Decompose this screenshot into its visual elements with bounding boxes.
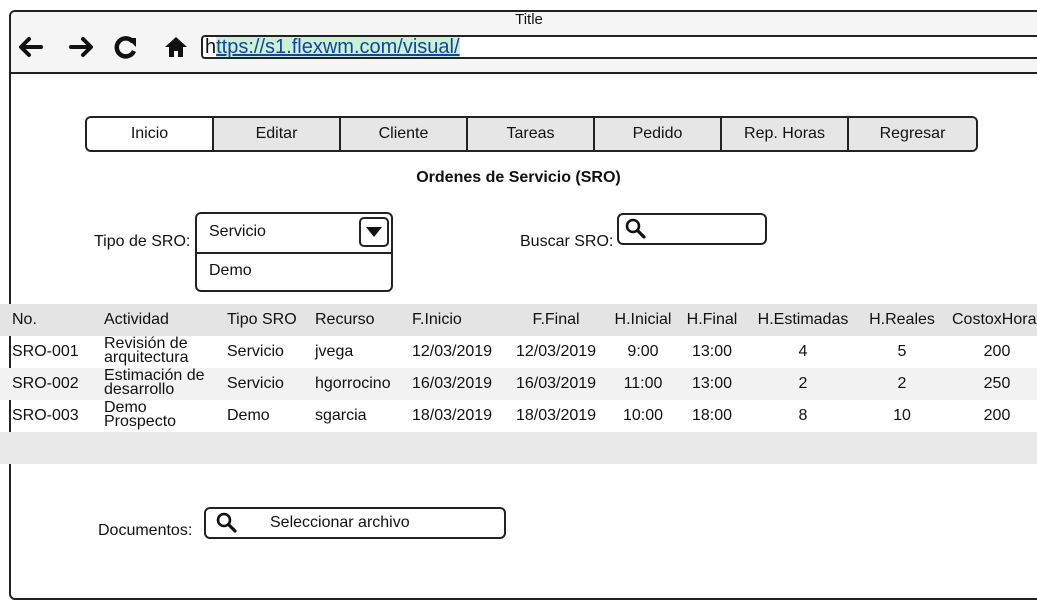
cell-f-inicio: 12/03/2019 (412, 343, 493, 360)
cell-recurso: jvega (315, 343, 354, 360)
cell-no: SRO-002 (12, 375, 79, 392)
col-tipo-sro: Tipo SRO (227, 311, 297, 328)
cell-actividad: Revisión de arquitectura (104, 335, 189, 366)
back-arrow-icon[interactable] (15, 32, 45, 62)
documents-label: Documentos: (98, 522, 193, 539)
window-title: Title (515, 11, 543, 28)
browser-toolbar: Title https://s1.flexwm.com/visual/ (11, 12, 1037, 74)
tab-tareas[interactable]: Tareas (468, 118, 595, 150)
url-prefix: h (205, 36, 217, 58)
table-row[interactable]: SRO-002 Estimación de desarrollo Servici… (0, 368, 1037, 400)
cell-no: SRO-001 (12, 343, 79, 360)
col-h-inicial: H.Inicial (614, 311, 672, 328)
cell-f-inicio: 16/03/2019 (412, 375, 493, 392)
tab-inicio[interactable]: Inicio (87, 118, 214, 150)
forward-arrow-icon[interactable] (67, 32, 97, 62)
table-header: No. Actividad Tipo SRO Recurso F.Inicio … (0, 304, 1037, 336)
cell-costoxhora: 250 (983, 375, 1011, 392)
col-h-estimadas: H.Estimadas (757, 311, 849, 328)
cell-actividad: Estimación de desarrollo (104, 367, 205, 398)
sro-type-option-demo[interactable]: Demo (209, 262, 252, 280)
home-icon[interactable] (161, 32, 191, 62)
cell-recurso: sgarcia (315, 407, 367, 424)
search-sro-input[interactable] (617, 213, 767, 245)
cell-tipo-sro: Servicio (227, 375, 284, 392)
table-row[interactable]: SRO-001 Revisión de arquitectura Servici… (0, 336, 1037, 368)
tab-cliente[interactable]: Cliente (341, 118, 468, 150)
cell-h-estimadas: 2 (798, 375, 808, 392)
tab-regresar[interactable]: Regresar (849, 118, 976, 150)
cell-f-final: 18/03/2019 (515, 407, 597, 424)
cell-h-estimadas: 4 (798, 343, 808, 360)
sro-type-dropdown[interactable]: Servicio Demo (195, 212, 393, 292)
cell-h-reales: 10 (893, 407, 911, 424)
cell-h-inicial: 11:00 (623, 375, 663, 392)
sro-type-label: Tipo de SRO: (94, 233, 191, 250)
cell-h-estimadas: 8 (798, 407, 808, 424)
col-f-final: F.Final (532, 311, 580, 328)
cell-costoxhora: 200 (983, 407, 1011, 424)
table-row[interactable]: SRO-003 Demo Prospecto Demo sgarcia 18/0… (0, 400, 1037, 432)
select-file-label: Seleccionar archivo (270, 514, 410, 531)
col-f-inicio: F.Inicio (412, 311, 462, 328)
select-file-button[interactable]: Seleccionar archivo (204, 507, 506, 539)
cell-f-final: 12/03/2019 (515, 343, 597, 360)
col-h-final: H.Final (686, 311, 738, 328)
cell-h-reales: 2 (897, 375, 907, 392)
page-title: Ordenes de Servicio (SRO) (416, 169, 621, 186)
cell-h-final: 13:00 (691, 375, 733, 392)
cell-h-inicial: 9:00 (627, 343, 659, 360)
cell-costoxhora: 200 (983, 343, 1011, 360)
reload-icon[interactable] (111, 32, 141, 62)
col-recurso: Recurso (315, 311, 375, 328)
cell-tipo-sro: Demo (227, 407, 270, 424)
col-h-reales: H.Reales (869, 311, 935, 328)
cell-f-final: 16/03/2019 (515, 375, 597, 392)
tab-editar[interactable]: Editar (214, 118, 341, 150)
cell-recurso: hgorrocino (315, 375, 391, 392)
table-empty-row (0, 432, 1037, 464)
search-sro-label: Buscar SRO: (520, 233, 614, 250)
cell-h-inicial: 10:00 (622, 407, 664, 424)
tab-rep-horas[interactable]: Rep. Horas (722, 118, 849, 150)
col-costoxhora: CostoxHora (952, 311, 1037, 328)
cell-h-reales: 5 (897, 343, 907, 360)
tab-bar: Inicio Editar Cliente Tareas Pedido Rep.… (85, 116, 978, 152)
search-icon (216, 512, 238, 539)
cell-no: SRO-003 (12, 407, 79, 424)
sro-table: No. Actividad Tipo SRO Recurso F.Inicio … (0, 304, 1037, 464)
dropdown-arrow-icon[interactable] (359, 217, 389, 247)
url-link[interactable]: ttps://s1.flexwm.com/visual/ (216, 37, 460, 57)
cell-tipo-sro: Servicio (227, 343, 284, 360)
cell-f-inicio: 18/03/2019 (412, 407, 493, 424)
cell-h-final: 18:00 (691, 407, 733, 424)
cell-actividad: Demo Prospecto (104, 399, 177, 430)
col-actividad: Actividad (104, 311, 169, 328)
address-bar[interactable]: https://s1.flexwm.com/visual/ (201, 35, 1037, 59)
col-no: No. (12, 311, 37, 328)
search-icon (625, 218, 647, 245)
tab-pedido[interactable]: Pedido (595, 118, 722, 150)
cell-h-final: 13:00 (691, 343, 733, 360)
